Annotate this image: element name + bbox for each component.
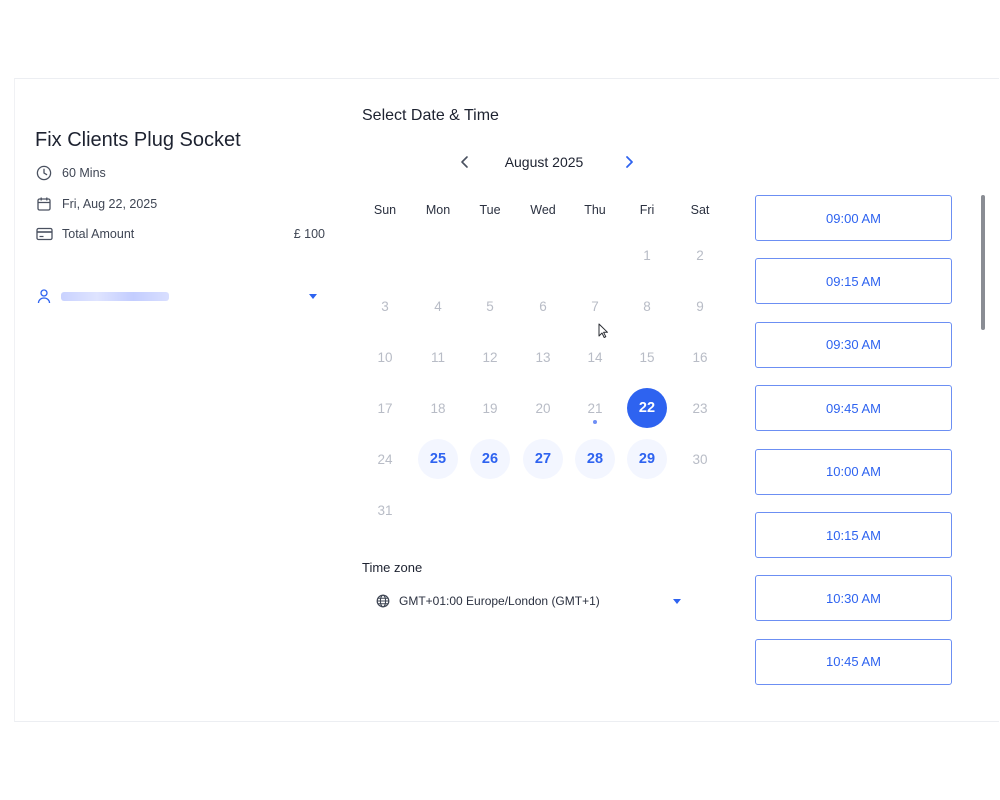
calendar-day-10: 10	[377, 349, 393, 365]
calendar-day-4: 4	[434, 298, 442, 314]
calendar-day-8: 8	[643, 298, 651, 314]
duration-text: 60 Mins	[62, 166, 106, 180]
amount-value: £ 100	[293, 227, 325, 241]
calendar-day-27[interactable]: 27	[523, 439, 563, 479]
calendar-day-15: 15	[639, 349, 655, 365]
staff-select[interactable]	[35, 285, 325, 307]
calendar-day-2: 2	[696, 247, 704, 263]
amount-label: Total Amount	[62, 227, 135, 241]
month-navigation: August 2025	[450, 149, 640, 175]
time-slot-button[interactable]: 10:30 AM	[755, 575, 952, 622]
calendar-day-30: 30	[692, 451, 708, 467]
calendar-day-13: 13	[535, 349, 551, 365]
mouse-cursor-icon	[598, 323, 608, 338]
calendar-day-20: 20	[535, 400, 551, 416]
calendar-day-25[interactable]: 25	[418, 439, 458, 479]
time-slot-button[interactable]: 09:00 AM	[755, 195, 952, 241]
credit-card-icon	[35, 225, 53, 243]
today-indicator	[593, 420, 597, 424]
timezone-label: Time zone	[362, 560, 423, 575]
time-slot-button[interactable]: 10:15 AM	[755, 512, 952, 558]
calendar-day-22[interactable]: 22	[627, 388, 667, 428]
staff-name-redacted	[61, 291, 169, 301]
month-label: August 2025	[504, 154, 584, 170]
date-row: Fri, Aug 22, 2025	[35, 194, 325, 214]
chevron-down-icon	[309, 293, 317, 299]
user-icon	[35, 287, 53, 305]
time-slot-button[interactable]: 09:15 AM	[755, 258, 952, 305]
weekday-wed: Wed	[530, 203, 556, 217]
weekday-sun: Sun	[373, 203, 397, 217]
chevron-right-icon	[626, 156, 633, 168]
calendar-day-11: 11	[430, 349, 445, 365]
calendar-day-31: 31	[377, 502, 393, 518]
timezone-value: GMT+01:00 Europe/London (GMT+1)	[399, 594, 600, 608]
calendar-day-23: 23	[692, 400, 708, 416]
chevron-down-icon	[673, 598, 681, 604]
calendar-day-26[interactable]: 26	[470, 439, 510, 479]
calendar-day-28[interactable]: 28	[575, 439, 615, 479]
amount-row: Total Amount £ 100	[35, 224, 325, 244]
timezone-select[interactable]: GMT+01:00 Europe/London (GMT+1)	[375, 589, 681, 613]
section-title: Select Date & Time	[362, 107, 499, 124]
calendar-day-3: 3	[381, 298, 389, 314]
calendar-day-14: 14	[587, 349, 603, 365]
service-title: Fix Clients Plug Socket	[35, 129, 241, 151]
clock-icon	[35, 164, 53, 182]
weekday-fri: Fri	[639, 203, 655, 217]
weekday-thu: Thu	[584, 203, 606, 217]
calendar-day-1: 1	[643, 247, 651, 263]
calendar-day-19: 19	[482, 400, 498, 416]
time-slot-button[interactable]: 10:00 AM	[755, 448, 952, 495]
calendar-day-9: 9	[696, 298, 704, 314]
duration-row: 60 Mins	[35, 163, 325, 183]
calendar-day-5: 5	[486, 298, 494, 314]
weekday-sat: Sat	[690, 203, 710, 217]
prev-month-button[interactable]	[452, 149, 478, 175]
globe-icon	[375, 593, 391, 609]
calendar-day-29[interactable]: 29	[627, 439, 667, 479]
time-slot-button[interactable]: 09:30 AM	[755, 321, 952, 368]
calendar-day-24: 24	[377, 451, 393, 467]
next-month-button[interactable]	[616, 149, 642, 175]
calendar-day-7: 7	[591, 298, 599, 314]
calendar-day-12: 12	[482, 349, 498, 365]
weekday-mon: Mon	[425, 203, 451, 217]
date-text: Fri, Aug 22, 2025	[62, 197, 158, 211]
calendar-icon	[35, 195, 53, 213]
calendar-day-18: 18	[430, 400, 446, 416]
calendar-day-17: 17	[377, 400, 393, 416]
chevron-left-icon	[461, 156, 468, 168]
calendar-day-16: 16	[692, 349, 708, 365]
booking-card: Fix Clients Plug Socket 60 Mins Fri, Aug…	[14, 78, 999, 722]
time-slot-button[interactable]: 10:45 AM	[755, 638, 952, 685]
calendar-day-6: 6	[539, 298, 547, 314]
weekday-tue: Tue	[479, 203, 501, 217]
slots-scrollbar[interactable]	[981, 195, 985, 330]
time-slot-button[interactable]: 09:45 AM	[755, 385, 952, 432]
